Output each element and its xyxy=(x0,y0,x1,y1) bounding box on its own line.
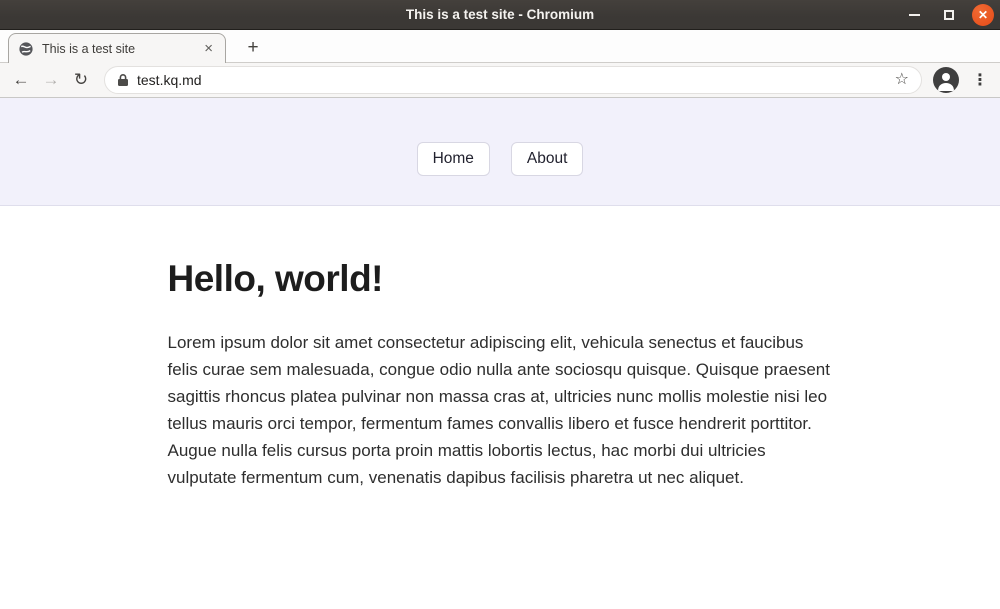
avatar[interactable] xyxy=(933,67,959,93)
reload-button[interactable]: ↻ xyxy=(68,67,94,93)
maximize-icon xyxy=(944,10,954,20)
titlebar: This is a test site - Chromium ✕ xyxy=(0,0,1000,30)
window-title: This is a test site - Chromium xyxy=(0,0,1000,30)
url-text[interactable]: test.kq.md xyxy=(137,72,202,88)
site-header: Home About xyxy=(0,98,1000,206)
bookmark-star-icon[interactable]: ☆ xyxy=(895,72,909,88)
new-tab-button[interactable]: + xyxy=(240,36,266,60)
tab-this-is-a-test-site[interactable]: This is a test site × xyxy=(8,33,226,63)
tab-strip: This is a test site × + xyxy=(0,30,1000,62)
toolbar: ← → ↻ test.kq.md ☆ ⋮ xyxy=(0,62,1000,98)
minimize-button[interactable] xyxy=(902,3,926,27)
tab-title: This is a test site xyxy=(42,42,201,56)
tab-close-icon[interactable]: × xyxy=(201,40,216,57)
nav-home-button[interactable]: Home xyxy=(417,142,490,176)
back-button[interactable]: ← xyxy=(8,67,34,93)
forward-button[interactable]: → xyxy=(38,67,64,93)
body-paragraph: Lorem ipsum dolor sit amet consectetur a… xyxy=(168,329,833,491)
close-button[interactable]: ✕ xyxy=(972,4,994,26)
maximize-button[interactable] xyxy=(937,3,961,27)
article: Hello, world! Lorem ipsum dolor sit amet… xyxy=(168,258,833,491)
globe-favicon-icon xyxy=(18,41,34,57)
site-nav: Home About xyxy=(417,142,584,176)
nav-about-button[interactable]: About xyxy=(511,142,584,176)
close-icon: ✕ xyxy=(978,9,988,21)
browser-window: This is a test site - Chromium ✕ This is… xyxy=(0,0,1000,609)
page-content: Home About Hello, world! Lorem ipsum dol… xyxy=(0,98,1000,609)
window-controls: ✕ xyxy=(902,0,994,30)
page-title: Hello, world! xyxy=(168,258,833,300)
address-bar[interactable]: test.kq.md ☆ xyxy=(104,66,922,94)
minimize-icon xyxy=(909,14,920,16)
menu-icon[interactable]: ⋮ xyxy=(966,70,994,90)
lock-icon xyxy=(117,73,129,87)
